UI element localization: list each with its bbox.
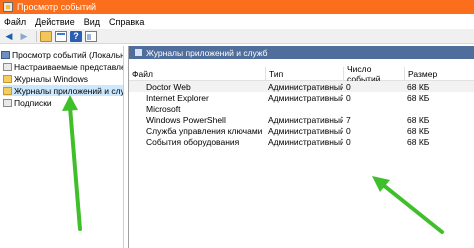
cell-size: 68 КБ [407,125,430,136]
table-row[interactable]: Windows PowerShell Административный 7 68… [129,114,474,125]
pane-header: Журналы приложений и служб [129,46,474,59]
toolbar: ◀ ▶ ? [0,29,474,44]
cell-size: 68 КБ [407,81,430,92]
cell-file: События оборудования [146,136,240,147]
pane-title: Журналы приложений и служб [146,47,268,58]
content-pane: Журналы приложений и служб Файл Тип Числ… [128,46,474,248]
cell-file: Служба управления ключами [146,125,263,136]
table-header: Файл Тип Число событий Размер [129,64,474,84]
filter-folder-icon [3,62,12,71]
cell-type: Административный [268,136,343,147]
table-row[interactable]: Служба управления ключами Административн… [129,125,474,136]
cell-event-count [343,103,404,114]
tree-item-custom-views[interactable]: Настраиваемые представления [3,61,123,72]
table-row[interactable]: Microsoft [129,103,474,114]
menu-action[interactable]: Действие [35,17,75,27]
tree-item-label: Журналы приложений и служб [14,85,124,96]
tree-item-label: Журналы Windows [14,73,88,84]
cell-file: Windows PowerShell [146,114,226,125]
column-header-file[interactable]: Файл [129,67,265,81]
properties-icon[interactable] [55,30,67,42]
help-icon[interactable]: ? [70,30,82,42]
column-header-type[interactable]: Тип [265,67,343,81]
cell-type: Административный [268,81,343,92]
tree-item-label: Просмотр событий (Локальный) [12,49,124,60]
event-viewer-icon [3,2,13,12]
show-hide-tree-icon[interactable] [85,30,97,42]
folder-icon [3,86,12,95]
forward-icon[interactable]: ▶ [18,31,30,42]
cell-size [404,103,474,114]
cell-type: Административный [268,114,343,125]
menu-help[interactable]: Справка [109,17,144,27]
cell-type: Административный [268,125,343,136]
tree-item-label: Настраиваемые представления [14,61,123,72]
cell-file: Internet Explorer [146,92,209,103]
cell-event-count: 0 [346,136,351,147]
cell-size: 68 КБ [407,136,430,147]
cell-file: Microsoft [146,103,181,114]
cell-type: Административный [268,92,343,103]
cell-file: Doctor Web [146,81,191,92]
tree-item-app-service-logs[interactable]: Журналы приложений и служб [3,85,124,96]
menu-bar: Файл Действие Вид Справка [0,14,474,29]
cell-size: 68 КБ [407,92,430,103]
folder-icon [3,74,12,83]
cell-event-count: 0 [346,92,351,103]
title-bar: Просмотр событий [0,0,474,14]
cell-event-count: 0 [346,81,351,92]
column-header-size[interactable]: Размер [404,67,474,81]
back-icon[interactable]: ◀ [3,31,15,42]
table-row[interactable]: Doctor Web Административный 0 68 КБ [129,81,474,92]
tree-item-root[interactable]: Просмотр событий (Локальный) [1,49,124,60]
tree-item-subscriptions[interactable]: Подписки [3,97,52,108]
column-header-event-count[interactable]: Число событий [343,64,404,84]
tree-item-windows-logs[interactable]: Журналы Windows [3,73,88,84]
window-title: Просмотр событий [17,2,97,12]
toolbar-separator [36,30,37,42]
subscriptions-icon [3,98,12,107]
navigation-tree: Просмотр событий (Локальный) Настраиваем… [0,46,124,248]
menu-view[interactable]: Вид [84,17,100,27]
table-row[interactable]: События оборудования Административный 0 … [129,136,474,147]
table-row[interactable]: Internet Explorer Административный 0 68 … [129,92,474,103]
logs-icon [135,49,142,56]
cell-event-count: 0 [346,125,351,136]
cell-event-count: 7 [346,114,351,125]
cell-type [265,103,343,114]
menu-file[interactable]: Файл [4,17,26,27]
cell-size: 68 КБ [407,114,430,125]
folder-up-icon[interactable] [40,30,52,42]
tree-item-label: Подписки [14,97,52,108]
event-viewer-icon [1,50,10,59]
